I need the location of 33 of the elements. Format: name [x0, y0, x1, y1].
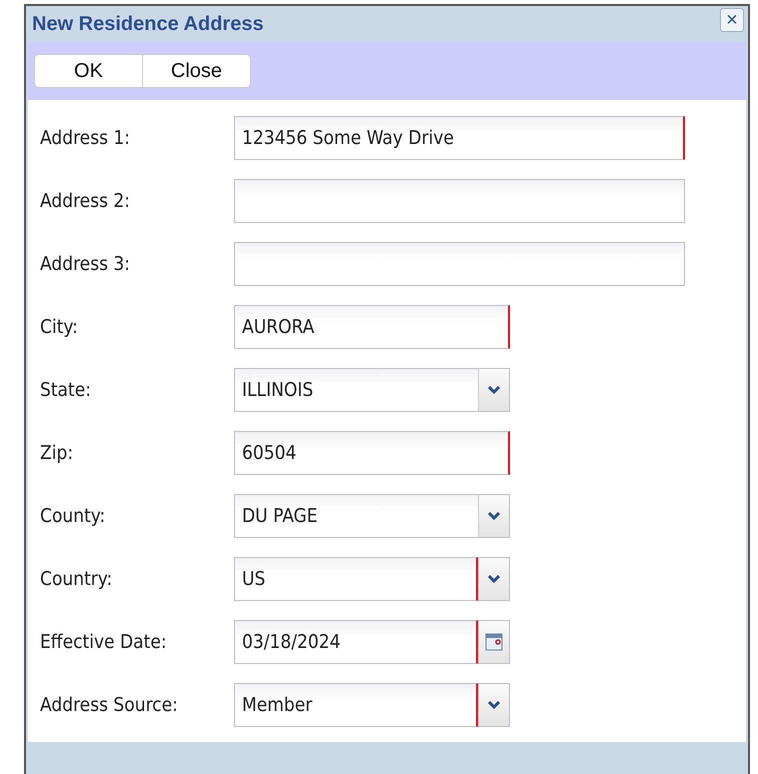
field-label: Address Source:	[40, 694, 179, 716]
close-button[interactable]: ×	[720, 8, 744, 32]
field-label: Address 3:	[40, 252, 132, 275]
chevron-down-icon	[488, 574, 500, 583]
dropdown-field[interactable]: US	[234, 556, 478, 601]
close-button[interactable]: Close	[142, 55, 250, 87]
calendar-icon	[485, 632, 503, 651]
chevron-down-icon	[488, 700, 500, 709]
field-label: Address 2:	[40, 190, 132, 212]
text-field[interactable]: AURORA	[234, 304, 510, 349]
text-field[interactable]: 60504	[234, 430, 510, 475]
chevron-down-icon	[488, 512, 500, 520]
dropdown-field[interactable]: ILLINOIS	[234, 368, 478, 412]
chevron-down-icon	[488, 386, 500, 394]
dropdown-field[interactable]: Member	[234, 682, 478, 727]
dropdown-button[interactable]	[478, 368, 510, 412]
dropdown-field[interactable]: DU PAGE	[234, 494, 478, 538]
field-label: County:	[40, 504, 106, 527]
dropdown-button[interactable]	[478, 682, 510, 727]
date-field[interactable]: 03/18/2024	[234, 620, 478, 664]
date-picker-button[interactable]	[478, 620, 510, 664]
field-label: Country:	[40, 568, 114, 590]
window-title: New Residence Address	[32, 12, 264, 36]
field-label: City:	[40, 316, 79, 338]
text-field[interactable]	[234, 178, 685, 223]
text-field[interactable]	[234, 242, 685, 286]
field-label: Effective Date:	[40, 630, 168, 653]
dropdown-button[interactable]	[478, 494, 510, 538]
field-label: State:	[40, 378, 92, 401]
dropdown-button[interactable]	[478, 556, 510, 601]
field-label: Address 1:	[40, 126, 132, 149]
text-field[interactable]: 123456 Some Way Drive	[234, 116, 685, 160]
field-label: Zip:	[40, 442, 74, 464]
